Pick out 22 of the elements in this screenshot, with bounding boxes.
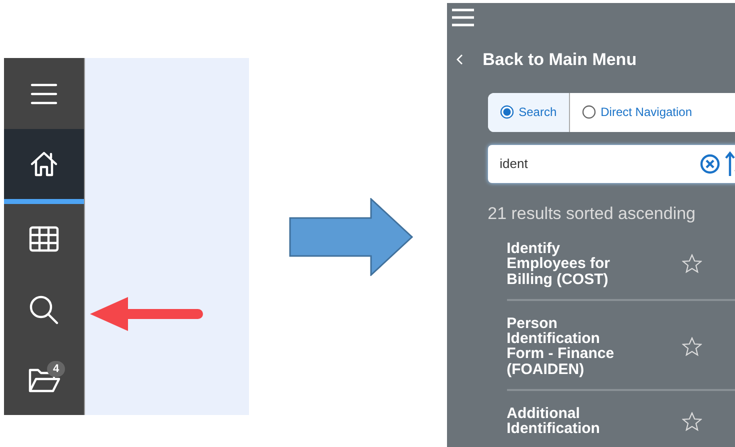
results-summary: 21 results sorted ascending bbox=[488, 202, 697, 224]
mode-option[interactable]: Search bbox=[488, 92, 570, 132]
folder-button[interactable]: 4 bbox=[4, 344, 84, 415]
radio-button[interactable] bbox=[500, 105, 514, 119]
back-icon[interactable] bbox=[456, 54, 463, 66]
radio-button[interactable] bbox=[582, 105, 596, 119]
menu-icon[interactable] bbox=[450, 8, 475, 27]
star-icon[interactable] bbox=[682, 336, 702, 356]
home-icon bbox=[30, 151, 58, 178]
star-icon[interactable] bbox=[682, 412, 702, 431]
result-link[interactable]: Identify Employees for Billing (COST) bbox=[506, 241, 637, 287]
back-link[interactable]: Back to Main Menu bbox=[482, 47, 637, 72]
result-link[interactable]: Additional Identification bbox=[506, 406, 637, 437]
star-icon[interactable] bbox=[682, 254, 702, 274]
search-icon bbox=[29, 294, 59, 325]
search-field[interactable]: ident bbox=[488, 144, 735, 182]
home-button[interactable] bbox=[4, 129, 84, 204]
count-badge: 4 bbox=[47, 360, 66, 377]
menu-icon bbox=[30, 82, 58, 105]
grid-icon bbox=[29, 226, 59, 252]
result-link[interactable]: Person Identification Form - Finance (FOAIDEN) bbox=[506, 316, 637, 378]
clear-icon[interactable] bbox=[700, 154, 720, 174]
